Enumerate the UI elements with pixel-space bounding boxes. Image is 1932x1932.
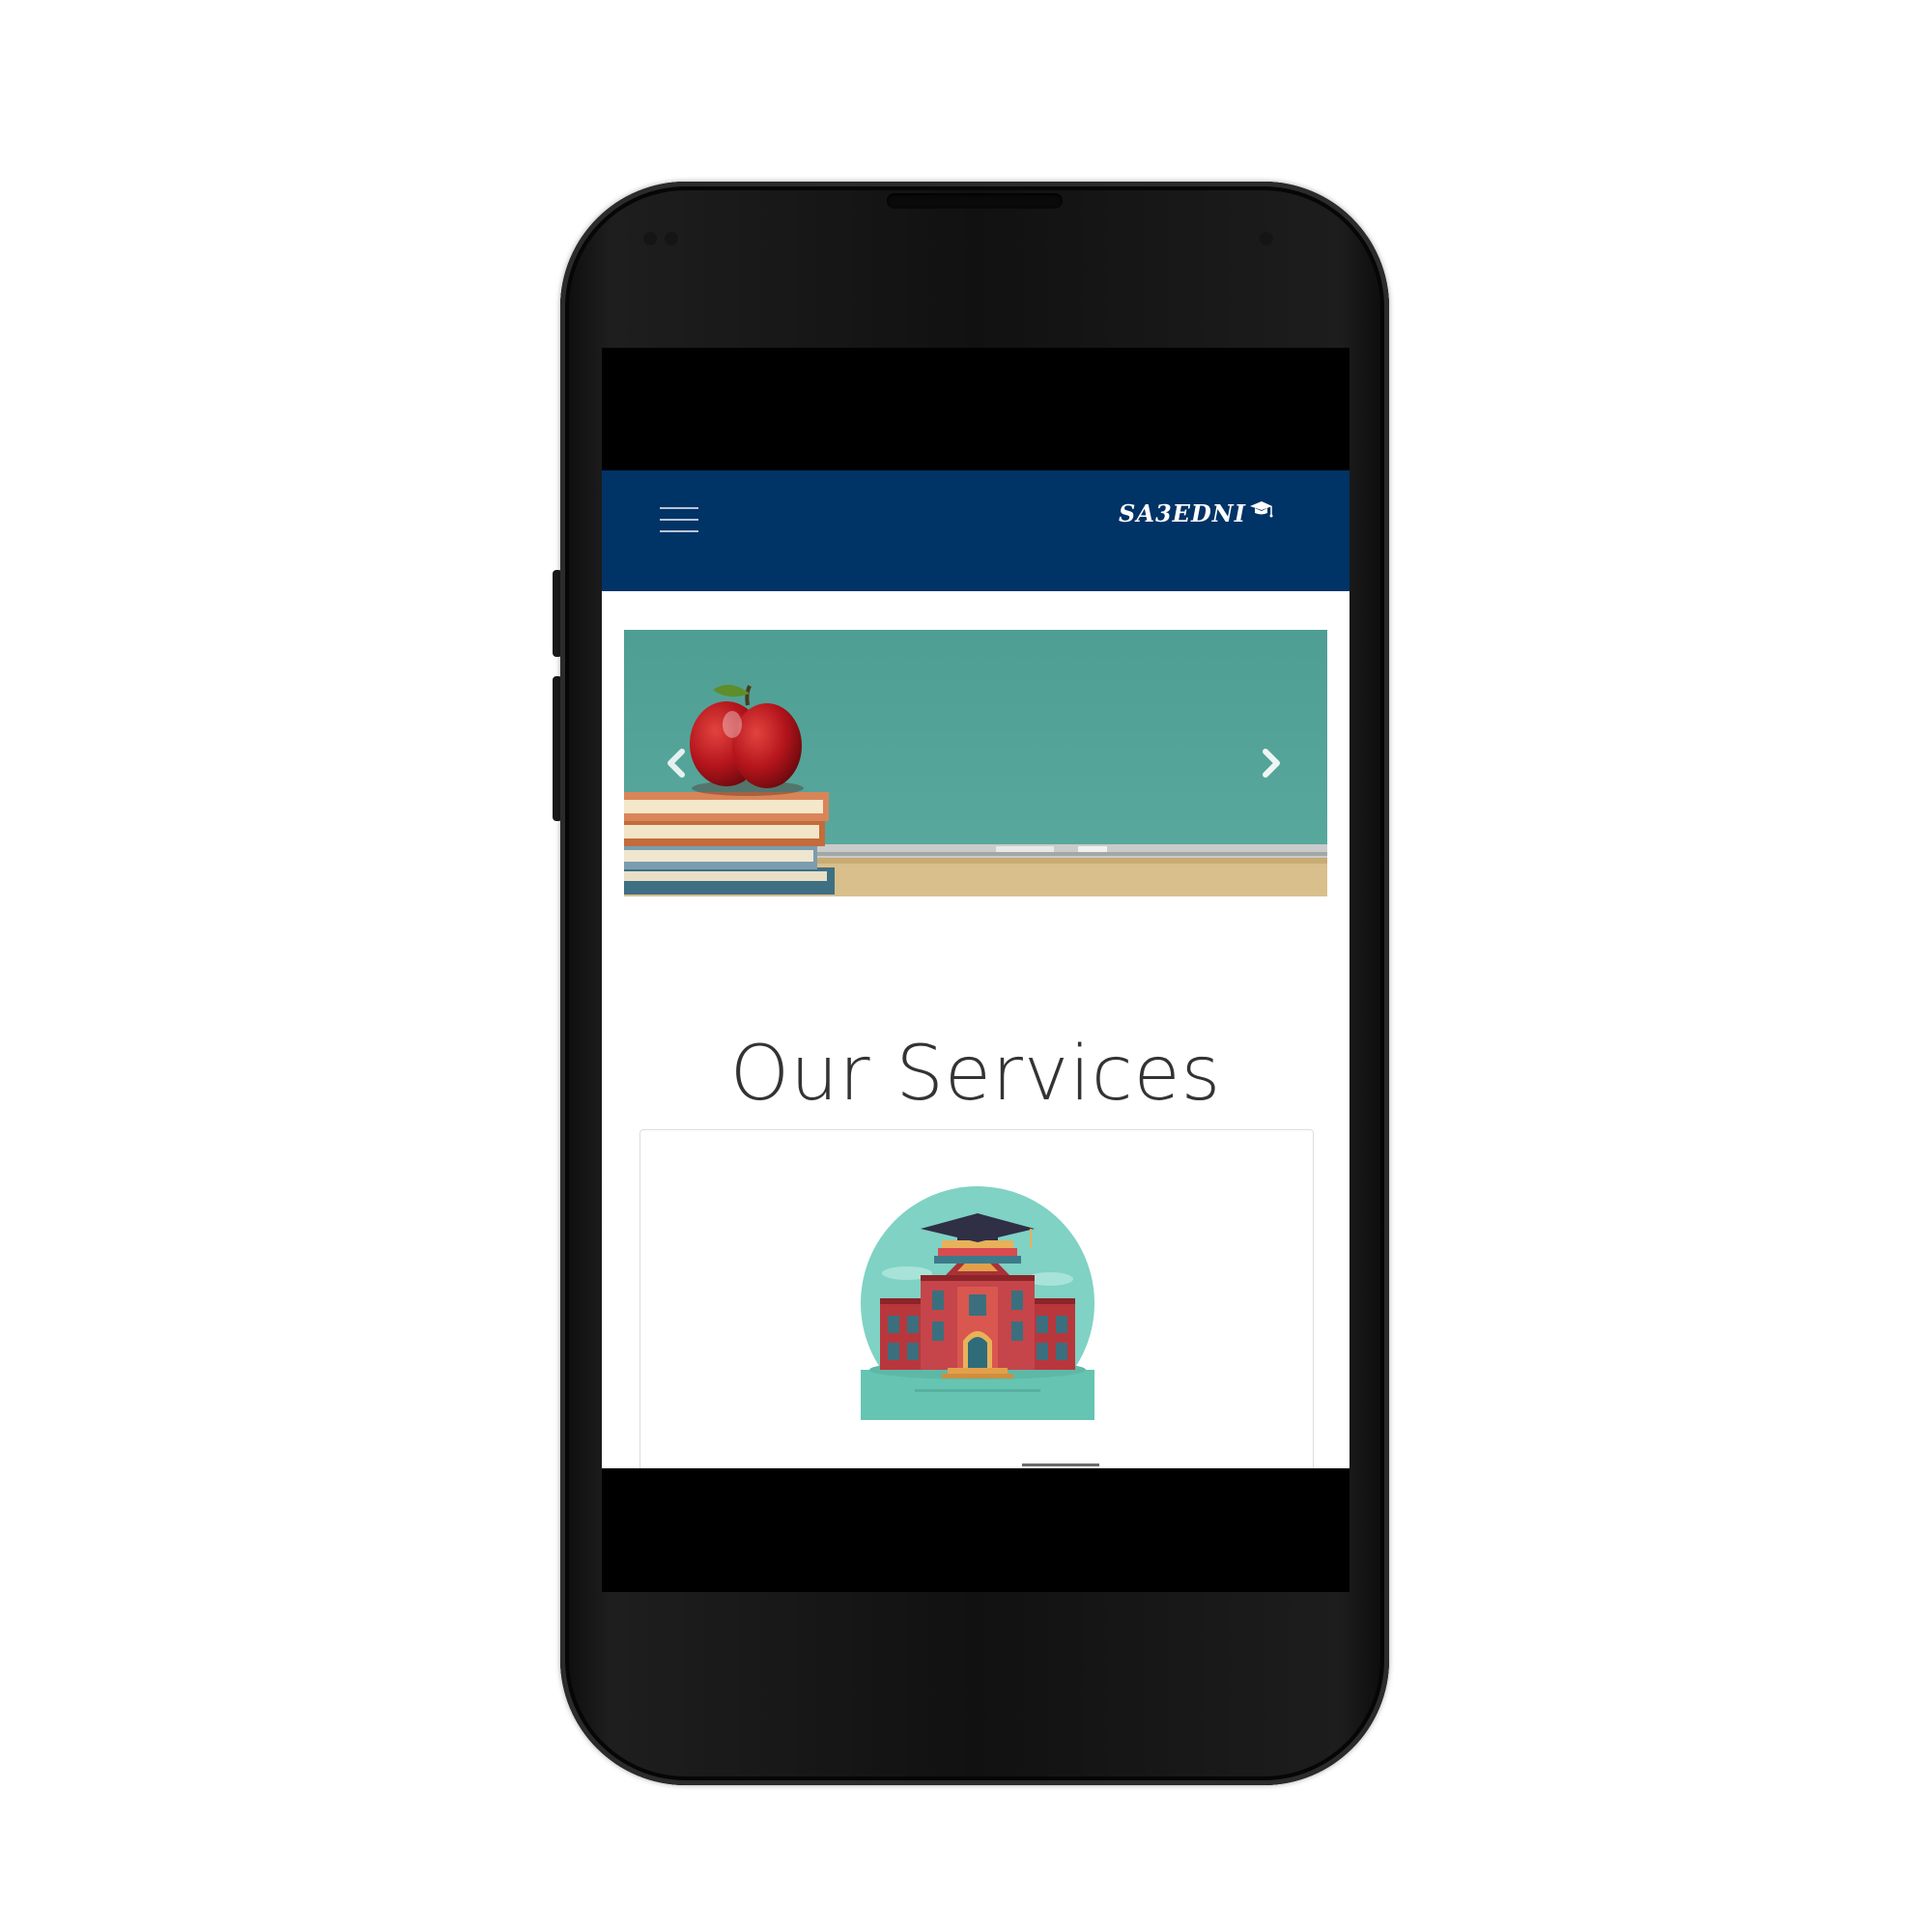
front-camera	[1260, 232, 1273, 245]
ambient-sensor	[665, 232, 678, 245]
web-page: SA3EDNI Our Services	[602, 470, 1350, 1468]
chevron-left-icon	[668, 749, 685, 778]
hero-image-apple-books-chalkboard	[624, 630, 1327, 896]
top-navbar: SA3EDNI	[602, 470, 1350, 591]
hero-carousel[interactable]	[624, 630, 1327, 896]
earpiece-speaker	[887, 193, 1063, 209]
graduation-cap-icon	[1249, 501, 1273, 518]
section-title: Our Services	[729, 1031, 1222, 1119]
service-card[interactable]	[639, 1129, 1314, 1468]
carousel-prev-button[interactable]	[659, 744, 694, 782]
scroll-indicator	[1022, 1463, 1099, 1466]
hamburger-menu-icon[interactable]	[660, 499, 698, 538]
brand-text: SA3EDNI	[1119, 498, 1246, 527]
carousel-next-button[interactable]	[1254, 744, 1289, 782]
chevron-right-icon	[1263, 749, 1280, 778]
phone-frame: SA3EDNI Our Services	[560, 182, 1389, 1785]
brand-logo[interactable]: SA3EDNI	[1119, 494, 1273, 532]
phone-screen: SA3EDNI Our Services	[602, 348, 1350, 1592]
school-building-illustration	[861, 1186, 1094, 1420]
proximity-sensor	[643, 232, 657, 245]
